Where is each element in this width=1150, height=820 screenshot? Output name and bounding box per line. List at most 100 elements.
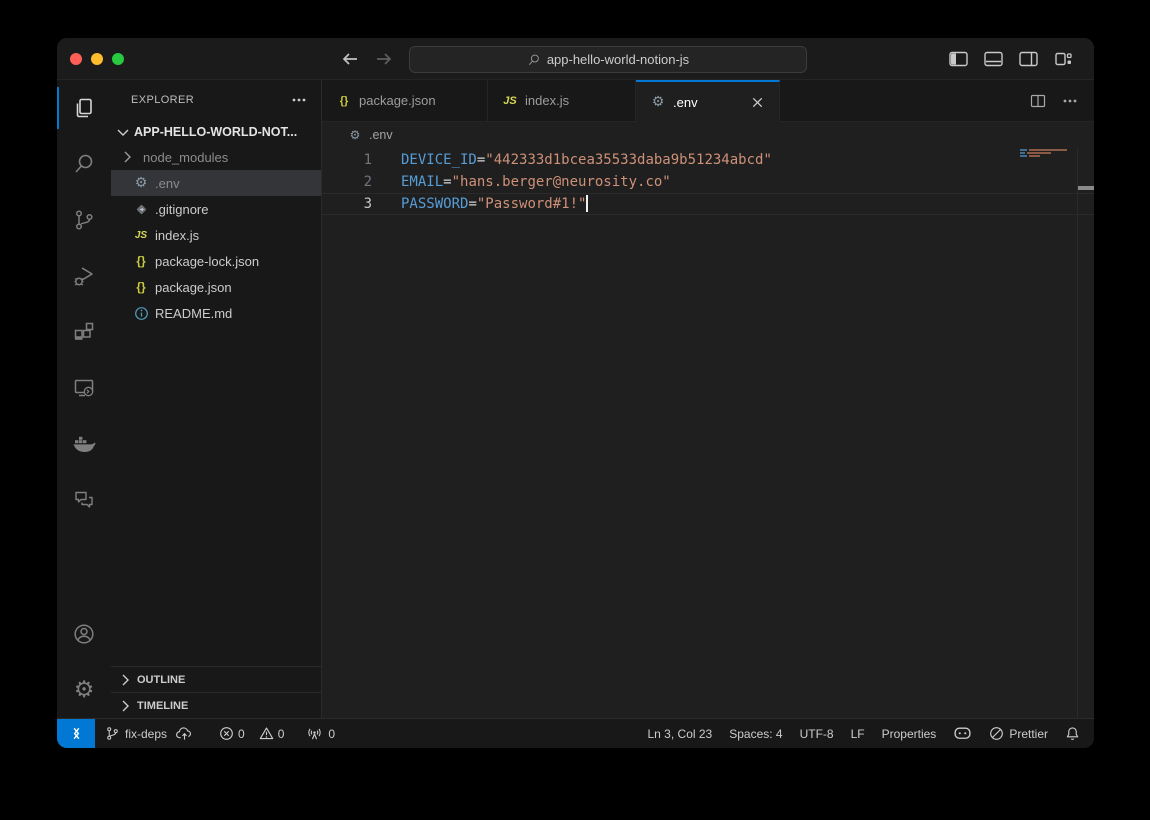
branch-name-label: fix-deps bbox=[125, 727, 167, 741]
tab-package-json[interactable]: {} package.json bbox=[322, 80, 488, 121]
status-bar: fix-deps 0 0 0 Ln 3, Col 23 Spaces: 4 UT… bbox=[57, 718, 1094, 748]
minimize-window-button[interactable] bbox=[91, 53, 103, 65]
explorer-more-actions-icon[interactable] bbox=[291, 92, 307, 108]
code-text: EMAIL="hans.berger@neurosity.co" bbox=[401, 171, 671, 193]
js-file-icon: JS bbox=[502, 95, 518, 107]
code-line-2: 2 EMAIL="hans.berger@neurosity.co" bbox=[322, 171, 1094, 193]
zoom-window-button[interactable] bbox=[112, 53, 124, 65]
remote-explorer-activity-icon[interactable] bbox=[57, 360, 111, 416]
ports-status[interactable]: 0 bbox=[306, 726, 335, 741]
scrollbar[interactable] bbox=[1077, 148, 1094, 718]
tree-item-index-js[interactable]: JS index.js bbox=[111, 222, 321, 248]
publish-changes-icon bbox=[176, 726, 193, 741]
explorer-activity-icon[interactable] bbox=[57, 80, 111, 136]
source-control-activity-icon[interactable] bbox=[57, 192, 111, 248]
command-center-search[interactable]: app-hello-world-notion-js bbox=[409, 46, 807, 73]
customize-layout-icon[interactable] bbox=[1054, 51, 1074, 67]
tree-item-label: package-lock.json bbox=[155, 254, 259, 269]
notifications-bell-icon[interactable] bbox=[1065, 726, 1080, 741]
tree-item-env[interactable]: ⚙ .env bbox=[111, 170, 321, 196]
formatter-status[interactable]: Prettier bbox=[989, 726, 1048, 741]
code-text: DEVICE_ID="442333d1bcea35533daba9b51234a… bbox=[401, 149, 772, 171]
tree-item-package-json[interactable]: {} package.json bbox=[111, 274, 321, 300]
settings-gear-icon[interactable]: ⚙ bbox=[57, 662, 111, 718]
git-branch-status[interactable]: fix-deps bbox=[105, 726, 193, 741]
eol-status[interactable]: LF bbox=[851, 727, 865, 741]
problems-status[interactable]: 0 0 bbox=[219, 726, 284, 741]
extensions-activity-icon[interactable] bbox=[57, 304, 111, 360]
tree-item-gitignore[interactable]: .gitignore bbox=[111, 196, 321, 222]
tree-item-label: .gitignore bbox=[155, 202, 208, 217]
run-debug-activity-icon[interactable] bbox=[57, 248, 111, 304]
close-tab-icon[interactable] bbox=[750, 95, 765, 110]
editor-more-actions-icon[interactable] bbox=[1062, 93, 1078, 109]
remote-icon bbox=[69, 726, 84, 741]
tree-item-label: index.js bbox=[155, 228, 199, 243]
readme-info-icon bbox=[133, 306, 149, 321]
env-file-icon: ⚙ bbox=[347, 128, 363, 142]
docker-activity-icon[interactable] bbox=[57, 416, 111, 472]
section-label: OUTLINE bbox=[137, 674, 185, 686]
circle-slash-icon bbox=[989, 726, 1004, 741]
tab-bar: {} package.json JS index.js ⚙ .env bbox=[322, 80, 1094, 122]
tree-item-node-modules[interactable]: node_modules bbox=[111, 144, 321, 170]
gitignore-file-icon bbox=[133, 202, 149, 217]
tab-env[interactable]: ⚙ .env bbox=[636, 80, 780, 122]
navigate-forward-icon[interactable] bbox=[374, 51, 394, 67]
activity-bar: ⚙ bbox=[57, 80, 111, 718]
error-count: 0 bbox=[238, 727, 245, 741]
tab-label: .env bbox=[673, 95, 698, 110]
vscode-window: app-hello-world-notion-js ⚙ EXPLORER bbox=[57, 38, 1094, 748]
tree-item-label: README.md bbox=[155, 306, 232, 321]
chevron-right-icon bbox=[117, 672, 133, 688]
env-file-icon: ⚙ bbox=[650, 94, 666, 110]
sidebar-title: EXPLORER bbox=[131, 94, 194, 106]
json-file-icon: {} bbox=[336, 95, 352, 107]
json-file-icon: {} bbox=[133, 280, 149, 294]
encoding-status[interactable]: UTF-8 bbox=[800, 727, 834, 741]
search-icon bbox=[527, 53, 541, 67]
line-number: 2 bbox=[322, 171, 372, 193]
language-mode-status[interactable]: Properties bbox=[882, 727, 937, 741]
command-center-label: app-hello-world-notion-js bbox=[547, 52, 689, 67]
split-editor-icon[interactable] bbox=[1030, 93, 1046, 109]
outline-section-header[interactable]: OUTLINE bbox=[111, 666, 321, 692]
breadcrumb[interactable]: ⚙ .env bbox=[322, 122, 1094, 148]
section-label: TIMELINE bbox=[137, 700, 188, 712]
line-number: 1 bbox=[322, 149, 372, 171]
chevron-down-icon bbox=[115, 124, 131, 140]
toggle-secondary-sidebar-icon[interactable] bbox=[1019, 51, 1039, 67]
workspace-root-folder[interactable]: APP-HELLO-WORLD-NOT... bbox=[111, 120, 321, 144]
comments-activity-icon[interactable] bbox=[57, 472, 111, 528]
json-file-icon: {} bbox=[133, 254, 149, 268]
tab-label: index.js bbox=[525, 93, 569, 108]
cursor-position-status[interactable]: Ln 3, Col 23 bbox=[648, 727, 713, 741]
tree-item-readme[interactable]: README.md bbox=[111, 300, 321, 326]
navigate-back-icon[interactable] bbox=[340, 51, 360, 67]
toggle-primary-sidebar-icon[interactable] bbox=[949, 51, 969, 67]
chevron-right-icon bbox=[117, 698, 133, 714]
code-editor[interactable]: 1 DEVICE_ID="442333d1bcea35533daba9b5123… bbox=[322, 148, 1094, 718]
toggle-panel-icon[interactable] bbox=[984, 51, 1004, 67]
window-controls bbox=[70, 53, 124, 65]
chevron-right-icon bbox=[119, 149, 135, 165]
warning-count: 0 bbox=[278, 727, 285, 741]
tab-index-js[interactable]: JS index.js bbox=[488, 80, 636, 121]
js-file-icon: JS bbox=[133, 230, 149, 241]
close-window-button[interactable] bbox=[70, 53, 82, 65]
search-activity-icon[interactable] bbox=[57, 136, 111, 192]
text-cursor bbox=[586, 195, 588, 212]
formatter-label: Prettier bbox=[1009, 727, 1048, 741]
accounts-icon[interactable] bbox=[57, 606, 111, 662]
breadcrumb-file-label: .env bbox=[369, 128, 393, 142]
overview-cursor-marker bbox=[1078, 186, 1094, 190]
copilot-icon[interactable] bbox=[953, 725, 972, 742]
tree-item-label: package.json bbox=[155, 280, 232, 295]
minimap[interactable] bbox=[1017, 148, 1077, 718]
tree-item-label: node_modules bbox=[143, 150, 228, 165]
indentation-status[interactable]: Spaces: 4 bbox=[729, 727, 782, 741]
tree-item-package-lock[interactable]: {} package-lock.json bbox=[111, 248, 321, 274]
title-bar: app-hello-world-notion-js bbox=[57, 38, 1094, 80]
remote-indicator[interactable] bbox=[57, 719, 95, 748]
timeline-section-header[interactable]: TIMELINE bbox=[111, 692, 321, 718]
